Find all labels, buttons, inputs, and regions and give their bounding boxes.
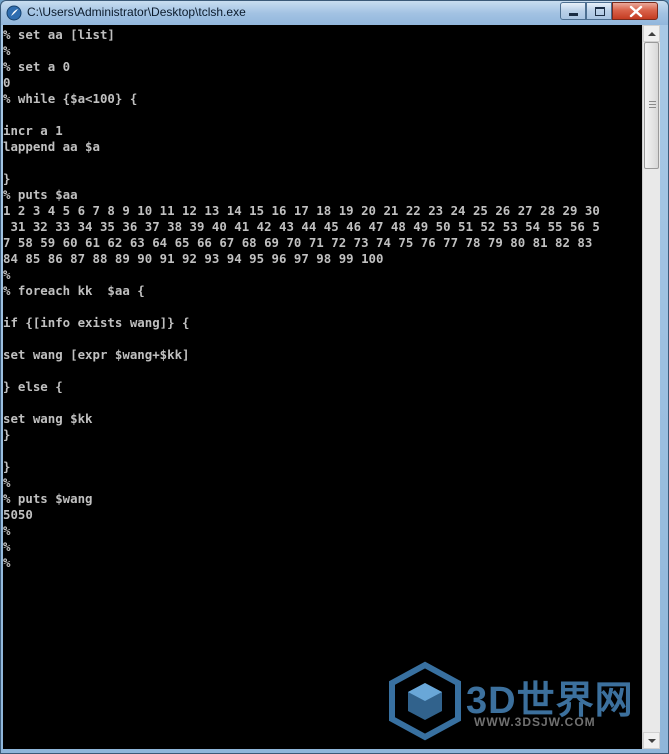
console-text: % set aa [list] % % set a 0 0 % while {$…	[3, 27, 600, 570]
scroll-up-button[interactable]	[643, 25, 660, 42]
close-button[interactable]	[612, 2, 658, 20]
console-output[interactable]: % set aa [list] % % set a 0 0 % while {$…	[3, 25, 642, 749]
minimize-icon	[569, 13, 578, 16]
scrollbar-thumb[interactable]	[644, 42, 659, 169]
thumb-grip	[649, 101, 656, 102]
maximize-icon	[595, 7, 605, 16]
watermark: 3D世界网 WWW.3DSJW.COM	[386, 661, 646, 741]
close-icon	[629, 5, 643, 18]
arrow-up-icon	[648, 32, 656, 36]
thumb-grip	[649, 107, 656, 108]
watermark-url: WWW.3DSJW.COM	[474, 715, 596, 729]
tcl-feather-icon	[6, 5, 22, 21]
console-window: C:\Users\Administrator\Desktop\tclsh.exe…	[0, 0, 669, 754]
cube-logo-icon	[389, 661, 461, 741]
title-bar[interactable]: C:\Users\Administrator\Desktop\tclsh.exe	[1, 1, 668, 25]
thumb-grip	[649, 104, 656, 105]
vertical-scrollbar[interactable]	[642, 25, 660, 749]
minimize-button[interactable]	[560, 2, 586, 20]
window-title: C:\Users\Administrator\Desktop\tclsh.exe	[27, 5, 246, 19]
arrow-down-icon	[648, 739, 656, 743]
maximize-button[interactable]	[586, 2, 612, 20]
